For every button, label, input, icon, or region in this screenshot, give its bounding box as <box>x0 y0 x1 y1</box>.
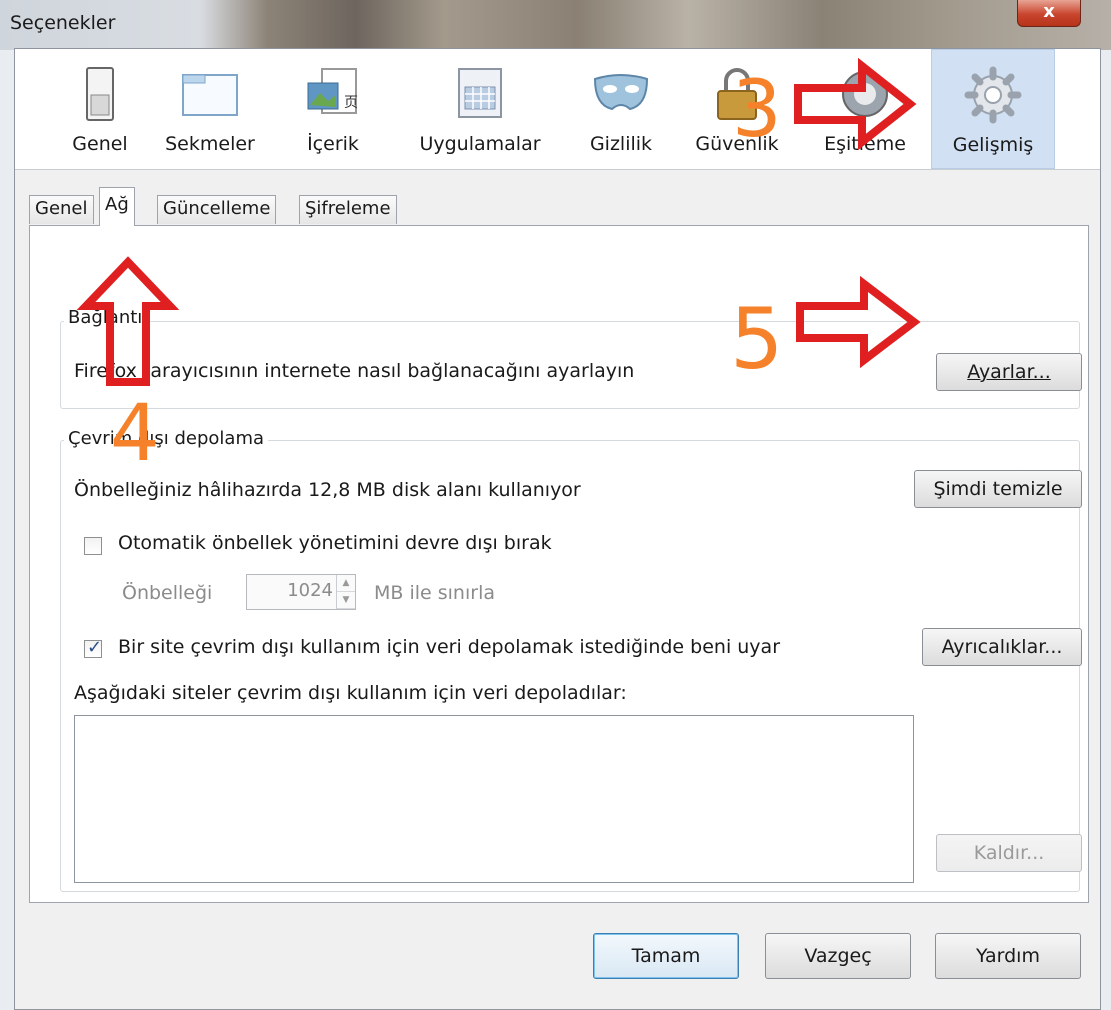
gear-icon <box>964 66 1022 124</box>
toolbar-item-gizlilik[interactable]: Gizlilik <box>581 49 661 167</box>
content-icon: 页 <box>307 68 358 114</box>
cache-limit-unit: MB ile sınırla <box>374 582 495 604</box>
toolbar-label: Eşitleme <box>824 133 906 155</box>
window-title: Seçenekler <box>10 12 116 34</box>
close-button[interactable]: x <box>1017 0 1081 27</box>
toolbar-label: İçerik <box>307 133 359 155</box>
calendar-icon <box>458 68 502 118</box>
cancel-button[interactable]: Vazgeç <box>765 933 911 979</box>
stepper-up-icon[interactable]: ▲ <box>337 575 355 592</box>
toolbar-item-icerik[interactable]: 页 İçerik <box>293 49 373 167</box>
close-icon: x <box>1043 1 1055 22</box>
settings-button-label: Ayarlar... <box>967 361 1051 383</box>
cache-limit-label: Önbelleği <box>122 582 213 604</box>
cache-limit-value: 1024 <box>287 580 333 601</box>
cache-limit-stepper[interactable]: 1024 ▲ ▼ <box>246 574 356 610</box>
svg-text:页: 页 <box>344 95 358 111</box>
connection-description: Firefox tarayıcısının internete nasıl ba… <box>74 360 635 382</box>
padlock-icon <box>717 68 757 120</box>
cache-usage-text: Önbelleğiniz hâlihazırda 12,8 MB disk al… <box>74 479 581 501</box>
toolbar-label: Gelişmiş <box>952 134 1034 156</box>
checkmark-icon: ✓ <box>87 637 103 658</box>
toolbar-item-sekmeler[interactable]: Sekmeler <box>155 49 265 167</box>
help-button[interactable]: Yardım <box>935 933 1081 979</box>
dialog-body: Genel Sekmeler 页 İçerik Uygulamalar Gizl… <box>14 48 1101 1010</box>
toolbar-item-gelismis[interactable]: Gelişmiş <box>931 49 1055 169</box>
remove-site-button[interactable]: Kaldır... <box>936 834 1082 872</box>
connection-settings-button[interactable]: Ayarlar... <box>936 353 1082 391</box>
tab-genel[interactable]: Genel <box>29 195 94 224</box>
offline-group-title: Çevrim dışı depolama <box>64 428 269 449</box>
tab-guncelleme[interactable]: Güncelleme <box>157 195 277 224</box>
toolbar-item-esitleme[interactable]: Eşitleme <box>809 49 921 167</box>
offline-sites-list[interactable] <box>74 715 914 883</box>
toolbar-label: Gizlilik <box>589 133 653 155</box>
exceptions-button[interactable]: Ayrıcalıklar... <box>922 628 1082 666</box>
switch-icon <box>86 67 114 121</box>
ok-button[interactable]: Tamam <box>593 933 739 979</box>
stepper-down-icon[interactable]: ▼ <box>337 592 355 609</box>
tab-ag[interactable]: Ağ <box>99 187 135 226</box>
stepper-arrows[interactable]: ▲ ▼ <box>336 575 355 609</box>
warn-checkbox[interactable]: ✓ <box>84 637 103 658</box>
mask-icon <box>593 74 649 111</box>
options-window: Seçenekler x Genel Sekmeler 页 İçerik Uyg… <box>0 0 1111 1010</box>
toolbar-label: Sekmeler <box>165 133 255 155</box>
toolbar-item-guvenlik[interactable]: Güvenlik <box>687 49 787 167</box>
warn-label: Bir site çevrim dışı kullanım için veri … <box>118 636 781 658</box>
auto-cache-label: Otomatik önbellek yönetimini devre dışı … <box>118 532 552 554</box>
category-toolbar: Genel Sekmeler 页 İçerik Uygulamalar Gizl… <box>15 49 1100 170</box>
toolbar-label: Güvenlik <box>695 133 779 155</box>
clear-cache-button[interactable]: Şimdi temizle <box>914 470 1082 508</box>
auto-cache-checkbox[interactable] <box>84 537 102 555</box>
sites-label: Aşağıdaki siteler çevrim dışı kullanım i… <box>74 682 627 704</box>
toolbar-item-uygulamalar[interactable]: Uygulamalar <box>405 49 555 167</box>
window-icon <box>182 74 238 116</box>
connection-group-title: Bağlantı <box>64 307 147 328</box>
tab-sifreleme[interactable]: Şifreleme <box>299 195 397 224</box>
sync-icon <box>842 71 888 117</box>
toolbar-label: Genel <box>72 133 128 155</box>
title-bar: Seçenekler x <box>0 0 1111 50</box>
toolbar-label: Uygulamalar <box>419 133 541 155</box>
network-panel: Bağlantı Firefox tarayıcısının internete… <box>29 225 1089 903</box>
toolbar-item-genel[interactable]: Genel <box>55 49 145 167</box>
